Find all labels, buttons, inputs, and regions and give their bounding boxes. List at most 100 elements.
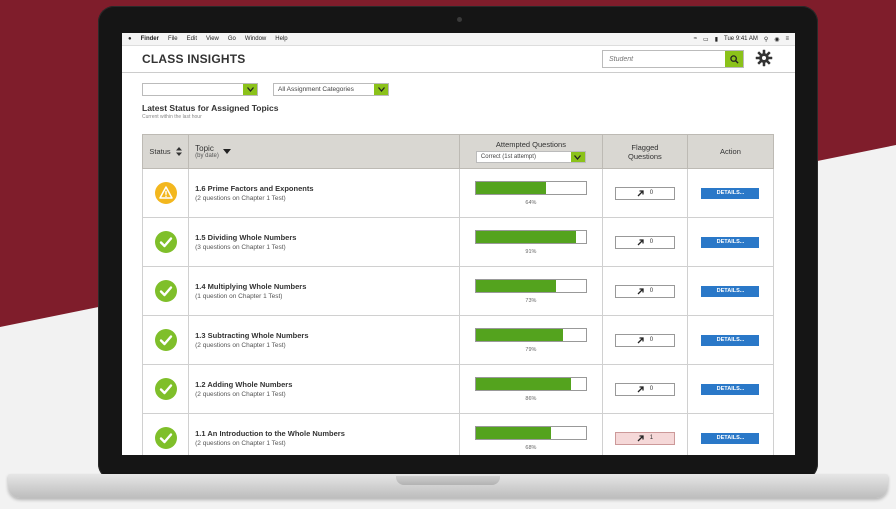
action-cell: DETAILS... xyxy=(686,168,775,218)
progress-bar-fill xyxy=(475,181,547,194)
flagged-cell: 0 xyxy=(601,168,688,218)
notification-center-icon[interactable]: ≡ xyxy=(785,36,789,42)
battery-icon[interactable]: ▮ xyxy=(715,36,718,43)
status-cell xyxy=(141,364,190,414)
topic-subtitle: (3 questions on Chapter 1 Test) xyxy=(195,244,286,251)
topic-header-sub: (by date) xyxy=(195,153,219,159)
status-cell xyxy=(141,217,190,267)
status-cell xyxy=(141,413,190,455)
menu-view[interactable]: View xyxy=(206,36,219,42)
topic-subtitle: (2 questions on Chapter 1 Test) xyxy=(195,391,286,398)
attempted-header-label: Attempted Questions xyxy=(495,140,566,149)
section-title: Latest Status for Assigned Topics xyxy=(142,103,279,113)
topic-name[interactable]: 1.2 Adding Whole Numbers xyxy=(195,380,459,389)
chevron-down-icon xyxy=(243,84,257,95)
menu-finder[interactable]: Finder xyxy=(141,36,159,42)
topic-cell: 1.1 An Introduction to the Whole Numbers… xyxy=(188,413,460,455)
topic-name[interactable]: 1.3 Subtracting Whole Numbers xyxy=(195,331,459,340)
table-row: 1.4 Multiplying Whole Numbers (1 question… xyxy=(141,266,775,316)
flagged-questions-button[interactable]: 0 xyxy=(614,382,675,396)
topic-name[interactable]: 1.6 Prime Factors and Exponents xyxy=(195,184,459,193)
details-button[interactable]: DETAILS... xyxy=(701,187,760,199)
flagged-questions-button[interactable]: 0 xyxy=(614,284,675,298)
table-row: 1.5 Dividing Whole Numbers (3 questions o… xyxy=(141,217,775,267)
progress-bar xyxy=(474,425,587,440)
attempted-cell: 79% xyxy=(458,315,603,365)
topic-subtitle: (2 questions on Chapter 1 Test) xyxy=(195,342,286,349)
topics-table: Status Topic (by date) Attempted Questio… xyxy=(141,134,775,455)
filter-dropdown-1[interactable] xyxy=(142,83,258,96)
warning-triangle-icon xyxy=(154,182,177,204)
progress-bar xyxy=(474,376,587,391)
menu-bar-status: ≈ ▭ ▮ Tue 9:41 AM ⚲ ◉ ≡ xyxy=(694,36,789,43)
topic-name[interactable]: 1.4 Multiplying Whole Numbers xyxy=(195,282,459,291)
action-cell: DETAILS... xyxy=(686,217,775,267)
flag-count: 0 xyxy=(649,386,654,392)
camera xyxy=(457,17,462,22)
percent-label: 73% xyxy=(525,297,537,304)
flagged-questions-button[interactable]: 1 xyxy=(614,431,675,445)
arrow-up-right-icon xyxy=(637,238,644,245)
progress-bar-fill xyxy=(475,328,563,341)
details-button[interactable]: DETAILS... xyxy=(701,236,760,248)
progress-bar-fill xyxy=(475,230,577,243)
topic-subtitle: (2 questions on Chapter 1 Test) xyxy=(195,195,286,202)
progress-bar xyxy=(474,180,587,195)
clock[interactable]: Tue 9:41 AM xyxy=(724,36,758,42)
category-dropdown[interactable]: All Assignment Categories xyxy=(273,83,389,96)
progress-bar xyxy=(474,229,587,244)
spotlight-icon[interactable]: ⚲ xyxy=(764,36,768,43)
attempted-cell: 91% xyxy=(458,217,603,267)
app-header: CLASS INSIGHTS xyxy=(122,46,795,73)
topic-cell: 1.3 Subtracting Whole Numbers (2 question… xyxy=(188,315,460,365)
page-title: CLASS INSIGHTS xyxy=(142,52,246,66)
status-column-header[interactable]: Status xyxy=(141,134,190,169)
wifi-icon[interactable]: ≈ xyxy=(694,36,697,42)
topic-subtitle: (2 questions on Chapter 1 Test) xyxy=(195,440,286,447)
status-cell xyxy=(141,315,190,365)
topic-name[interactable]: 1.5 Dividing Whole Numbers xyxy=(195,233,459,242)
menu-help[interactable]: Help xyxy=(275,36,287,42)
apple-icon[interactable]: ● xyxy=(128,36,132,42)
section-subtitle: Current within the last hour xyxy=(142,114,202,120)
topic-header-label: Topic xyxy=(195,144,214,153)
flagged-column-header: Flagged Questions xyxy=(601,134,688,169)
check-circle-icon xyxy=(154,378,177,400)
flagged-header-line1: Flagged xyxy=(631,142,659,152)
flagged-questions-button[interactable]: 0 xyxy=(614,235,675,249)
arrow-up-right-icon xyxy=(637,287,644,294)
arrow-up-right-icon xyxy=(637,385,644,392)
flagged-header-line2: Questions xyxy=(628,151,662,161)
details-button[interactable]: DETAILS... xyxy=(701,334,760,346)
flag-count: 0 xyxy=(649,190,654,196)
flagged-cell: 0 xyxy=(601,315,688,365)
table-body: 1.6 Prime Factors and Exponents (2 questi… xyxy=(141,168,775,455)
display-icon[interactable]: ▭ xyxy=(703,36,709,43)
percent-label: 79% xyxy=(525,346,537,353)
check-circle-icon xyxy=(154,427,177,449)
student-search-input[interactable] xyxy=(603,51,725,67)
flagged-questions-button[interactable]: 0 xyxy=(614,186,675,200)
menu-go[interactable]: Go xyxy=(228,36,236,42)
flagged-cell: 0 xyxy=(601,266,688,316)
flag-count: 0 xyxy=(649,239,654,245)
menu-edit[interactable]: Edit xyxy=(187,36,197,42)
menu-window[interactable]: Window xyxy=(245,36,266,42)
siri-icon[interactable]: ◉ xyxy=(774,36,779,43)
action-cell: DETAILS... xyxy=(686,364,775,414)
details-button[interactable]: DETAILS... xyxy=(701,383,760,395)
flagged-questions-button[interactable]: 0 xyxy=(614,333,675,347)
attempted-filter-dropdown[interactable]: Correct (1st attempt) xyxy=(475,151,586,163)
search-button[interactable] xyxy=(725,51,743,67)
status-cell xyxy=(141,168,190,218)
attempted-cell: 86% xyxy=(458,364,603,414)
topic-column-header[interactable]: Topic (by date) xyxy=(188,134,460,169)
menu-file[interactable]: File xyxy=(168,36,178,42)
details-button[interactable]: DETAILS... xyxy=(701,432,760,444)
table-row: 1.2 Adding Whole Numbers (2 questions on … xyxy=(141,364,775,414)
topic-name[interactable]: 1.1 An Introduction to the Whole Numbers xyxy=(195,429,459,438)
gear-icon[interactable] xyxy=(755,49,773,67)
topic-cell: 1.2 Adding Whole Numbers (2 questions on … xyxy=(188,364,460,414)
details-button[interactable]: DETAILS... xyxy=(701,285,760,297)
flag-count: 1 xyxy=(649,435,654,441)
